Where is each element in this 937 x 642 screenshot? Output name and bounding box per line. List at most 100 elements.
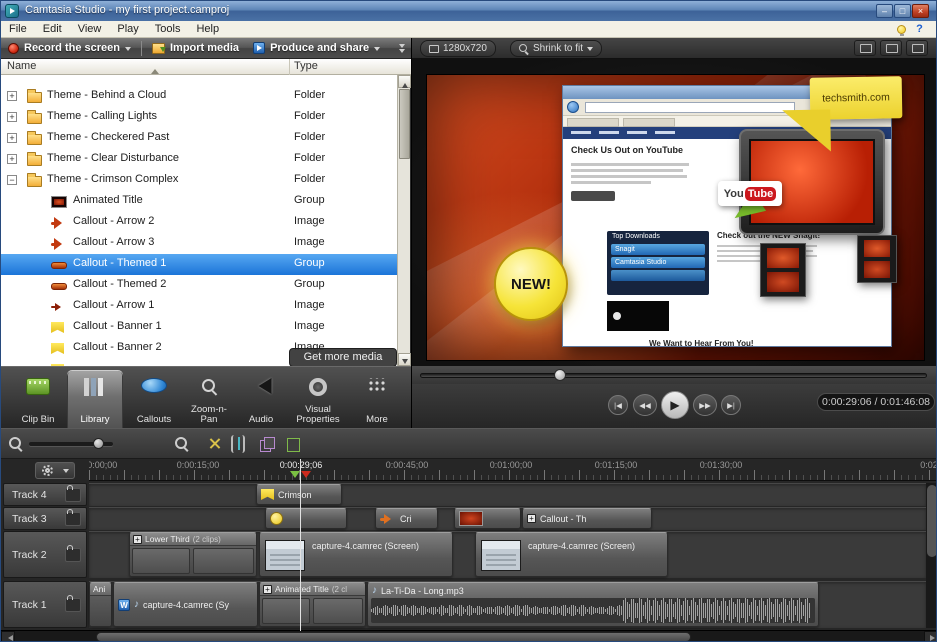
track-header[interactable]: Track 1 [3, 581, 87, 628]
timeline-lane[interactable] [89, 483, 926, 506]
lock-button[interactable] [65, 548, 81, 562]
lock-button[interactable] [65, 488, 81, 502]
clip-arrow-callout[interactable]: Cri [375, 508, 438, 529]
import-media-button[interactable]: Import media [145, 38, 246, 59]
detach-preview-icon[interactable] [854, 40, 876, 56]
list-item[interactable]: Animated Title Group [1, 191, 397, 212]
tip-bulb-icon[interactable] [897, 25, 906, 34]
list-item[interactable]: Callout - Arrow 1 Image [1, 296, 397, 317]
zoom-out-icon[interactable] [7, 435, 24, 452]
scroll-left-button[interactable] [1, 631, 15, 642]
clip-crimson[interactable]: Crimson [256, 484, 342, 505]
timeline-zoom-slider[interactable] [29, 442, 113, 446]
jump-to-end-button[interactable]: ▶| [721, 395, 741, 415]
scrollbar-thumb[interactable] [399, 89, 410, 159]
track-header[interactable]: Track 2 [3, 531, 87, 578]
expand-icon[interactable]: + [7, 133, 17, 143]
maximize-preview-icon[interactable] [880, 40, 902, 56]
scrollbar-thumb[interactable] [96, 632, 691, 642]
video-frame[interactable]: Check Us Out on YouTube Top Downloads Sn… [427, 75, 924, 360]
new-badge-callout[interactable]: NEW! [494, 247, 568, 321]
scroll-up-button[interactable] [398, 75, 411, 88]
cut-icon[interactable] [205, 435, 225, 453]
play-button[interactable]: ▶ [661, 391, 689, 419]
list-item[interactable]: − Theme - Crimson Complex Folder [1, 170, 397, 191]
expand-group-icon[interactable]: + [527, 514, 536, 523]
tab-library[interactable]: Library [67, 370, 123, 429]
scroll-right-button[interactable] [924, 631, 937, 642]
fullscreen-icon[interactable] [906, 40, 928, 56]
track-header[interactable]: Track 3 [3, 507, 87, 530]
menu-view[interactable]: View [70, 21, 110, 38]
menu-file[interactable]: File [1, 21, 35, 38]
list-item[interactable]: Callout - Themed 2 Group [1, 275, 397, 296]
menu-help[interactable]: Help [188, 21, 227, 38]
list-item[interactable]: Callout - Arrow 3 Image [1, 233, 397, 254]
toolbar-overflow-icon[interactable] [399, 44, 405, 54]
minimize-button[interactable]: – [876, 4, 893, 18]
tab-audio[interactable]: Audio [237, 370, 285, 429]
selection-in-marker[interactable] [290, 471, 300, 483]
selection-out-marker[interactable] [301, 471, 311, 483]
paste-icon[interactable] [283, 435, 303, 453]
zoom-in-icon[interactable] [173, 435, 190, 452]
copy-icon[interactable] [257, 435, 277, 453]
list-scrollbar[interactable] [397, 75, 410, 366]
tab-more[interactable]: More [353, 370, 401, 429]
title-bar[interactable]: Camtasia Studio - my first project.campr… [1, 1, 937, 21]
list-item[interactable]: Callout - Arrow 2 Image [1, 212, 397, 233]
expand-group-icon[interactable]: + [263, 585, 272, 594]
lock-button[interactable] [65, 598, 81, 612]
track-options-button[interactable] [35, 462, 75, 479]
list-item[interactable]: + Theme - Clear Disturbance Folder [1, 149, 397, 170]
expand-group-icon[interactable]: + [133, 535, 142, 544]
tab-zoom-n-pan[interactable]: Zoom-n-Pan [183, 370, 235, 429]
column-divider[interactable] [289, 59, 290, 75]
clip-group-lower-third[interactable]: + Lower Third (2 clips) [129, 532, 257, 577]
track-header[interactable]: Track 4 [3, 483, 87, 506]
scroll-down-button[interactable] [398, 353, 411, 366]
tab-callouts[interactable]: Callouts [125, 370, 183, 429]
tab-visual-properties[interactable]: Visual Properties [287, 370, 349, 429]
clip-screen-recording[interactable]: capture-4.camrec (Screen) [475, 532, 668, 577]
timeline-vertical-scrollbar[interactable] [926, 483, 937, 628]
expand-icon[interactable]: + [7, 154, 17, 164]
clip-audio-track[interactable]: ♪ La-Ti-Da - Long.mp3 [367, 582, 819, 627]
step-back-button[interactable]: ◀◀ [633, 394, 657, 416]
fit-mode-dropdown[interactable]: Shrink to fit [510, 40, 602, 57]
list-item[interactable]: Callout - Banner 1 Image [1, 317, 397, 338]
produce-share-button[interactable]: Produce and share [246, 38, 387, 59]
preview-canvas[interactable]: Check Us Out on YouTube Top Downloads Sn… [412, 59, 937, 366]
scrollbar-thumb[interactable] [927, 485, 937, 557]
tab-clip-bin[interactable]: Clip Bin [9, 370, 67, 429]
clip-system-audio[interactable]: W ♪ capture-4.camrec (Sy [113, 582, 258, 627]
zoom-slider-thumb[interactable] [93, 438, 104, 449]
menu-tools[interactable]: Tools [147, 21, 189, 38]
clip-partial[interactable]: Ani [89, 582, 112, 627]
clip-screen-recording[interactable]: capture-4.camrec (Screen) [259, 532, 453, 577]
list-item[interactable]: + Theme - Checkered Past Folder [1, 128, 397, 149]
playhead[interactable] [300, 459, 301, 631]
clip-group-callout[interactable]: + Callout - Th [522, 508, 652, 529]
time-ruler[interactable]: 0:00:00;00 0:00:15;00 0:00:29;06 0:00:45… [89, 459, 937, 481]
menu-play[interactable]: Play [109, 21, 146, 38]
jump-to-start-button[interactable]: |◀ [608, 395, 628, 415]
clip-new-callout[interactable] [265, 508, 347, 529]
lock-button[interactable] [65, 512, 81, 526]
list-item[interactable]: + Theme - Calling Lights Folder [1, 107, 397, 128]
record-screen-button[interactable]: Record the screen [1, 38, 138, 59]
expand-icon[interactable]: + [7, 91, 17, 101]
clip-image[interactable] [454, 508, 521, 529]
column-name[interactable]: Name [7, 60, 36, 72]
seek-thumb[interactable] [554, 369, 566, 381]
help-icon[interactable]: ? [913, 23, 926, 36]
split-icon[interactable] [231, 435, 245, 453]
collapse-icon[interactable]: − [7, 175, 17, 185]
column-type[interactable]: Type [294, 60, 318, 72]
dimensions-button[interactable]: 1280x720 [420, 40, 496, 57]
seek-track[interactable] [420, 373, 927, 378]
menu-edit[interactable]: Edit [35, 21, 70, 38]
list-item[interactable]: + Theme - Behind a Cloud Folder [1, 86, 397, 107]
expand-icon[interactable]: + [7, 112, 17, 122]
list-item-selected[interactable]: Callout - Themed 1 Group [1, 254, 397, 275]
